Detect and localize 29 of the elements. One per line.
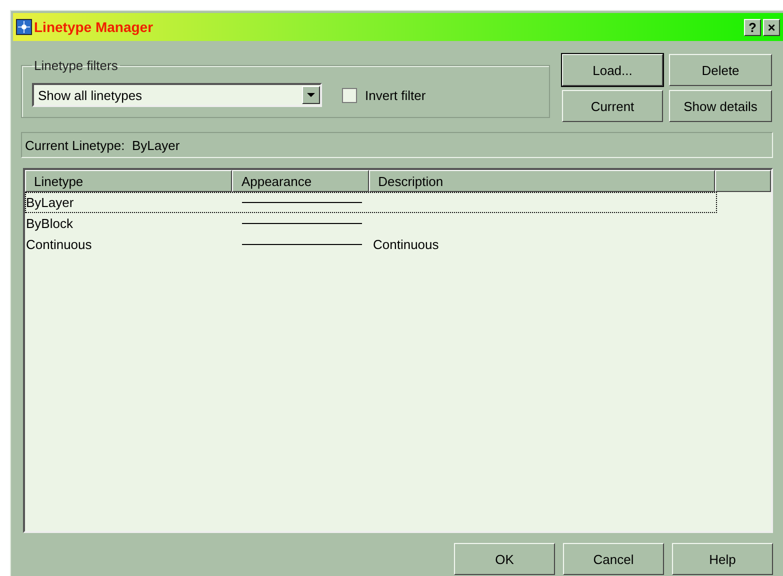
table-cell-text: Continuous (372, 237, 439, 252)
group-label: Linetype filters (33, 58, 119, 73)
table-cell: Continuous (26, 237, 92, 252)
close-button[interactable]: × (763, 18, 780, 36)
list-row[interactable]: Continuous Continuous (25, 234, 717, 255)
list-row[interactable]: ByBlock (25, 213, 717, 234)
invert-checkbox[interactable] (342, 88, 357, 102)
dropdown-arrow-icon (307, 93, 315, 97)
dialog-button[interactable]: OK (454, 543, 555, 575)
filter-dropdown[interactable]: Show all linetypes (32, 83, 322, 107)
column-header[interactable]: Description (369, 170, 716, 192)
table-cell: ByLayer (26, 195, 74, 210)
column-header[interactable] (715, 170, 771, 192)
action-button[interactable]: Current (562, 90, 663, 122)
action-button[interactable]: Show details (669, 90, 772, 122)
column-header[interactable]: Linetype (25, 170, 232, 192)
current-linetype: Current Linetype: ByLayer (21, 132, 773, 158)
checkbox-label: Invert filter (365, 88, 426, 102)
dialog-button[interactable]: Cancel (563, 543, 664, 575)
action-button[interactable]: Delete (669, 54, 772, 86)
list-row[interactable]: ByLayer (25, 192, 717, 213)
table-cell: ByBlock (26, 216, 73, 231)
app-icon (16, 19, 32, 35)
action-button[interactable]: Load... (562, 54, 663, 86)
column-header[interactable]: Appearance (232, 170, 370, 192)
window-title: Linetype Manager (34, 19, 154, 35)
help-button[interactable]: ? (744, 18, 761, 36)
dialog-button[interactable]: Help (672, 543, 773, 575)
linetype-list[interactable]: Linetype Appearance Description ByLayer ByBlock Continuous Continuous (23, 168, 773, 533)
